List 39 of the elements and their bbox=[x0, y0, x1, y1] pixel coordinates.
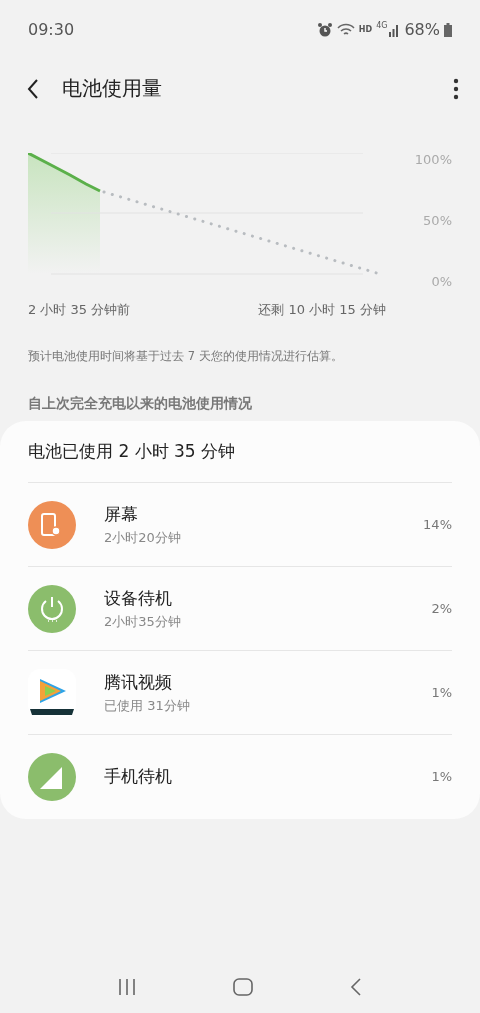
home-icon[interactable] bbox=[233, 978, 253, 996]
status-time: 09:30 bbox=[28, 19, 75, 41]
recent-apps-icon[interactable] bbox=[118, 979, 137, 995]
usage-row[interactable]: 设备待机 2小时35分钟 2% bbox=[28, 567, 452, 651]
signal-icon bbox=[28, 753, 76, 801]
more-options-button[interactable] bbox=[452, 76, 460, 100]
usage-duration: 2小时20分钟 bbox=[104, 528, 181, 547]
usage-percent: 14% bbox=[423, 515, 452, 534]
power-icon bbox=[28, 584, 76, 633]
usage-summary: 电池已使用 2 小时 35 分钟 bbox=[28, 421, 452, 483]
wifi-icon bbox=[336, 23, 355, 37]
page-title: 电池使用量 bbox=[62, 75, 162, 102]
alarm-icon bbox=[316, 22, 333, 38]
usage-name: 屏幕 bbox=[104, 503, 139, 526]
signal-icon bbox=[388, 23, 401, 37]
axis-label: 50% bbox=[423, 212, 452, 230]
usage-name: 腾讯视频 bbox=[104, 671, 173, 694]
usage-row[interactable]: 腾讯视频 已使用 31分钟 1% bbox=[28, 651, 452, 735]
axis-label: 0% bbox=[431, 273, 452, 291]
phone-brightness-icon bbox=[28, 500, 76, 549]
axis-label: 2 小时 35 分钟前 bbox=[28, 301, 131, 319]
battery-icon bbox=[444, 23, 452, 37]
estimate-note: 预计电池使用时间将基于过去 7 天您的使用情况进行估算。 bbox=[27, 347, 344, 365]
generation-label: 4G bbox=[376, 20, 388, 32]
usage-percent: 1% bbox=[431, 768, 452, 787]
usage-percent: 2% bbox=[431, 599, 452, 618]
axis-label: 100% bbox=[414, 151, 452, 169]
usage-row[interactable]: 手机待机 1% bbox=[28, 735, 452, 819]
usage-duration: 2小时35分钟 bbox=[104, 612, 181, 631]
usage-duration: 已使用 31分钟 bbox=[104, 696, 190, 715]
axis-label: 还剩 10 小时 15 分钟 bbox=[258, 301, 386, 319]
section-title: 自上次完全充电以来的电池使用情况 bbox=[27, 393, 253, 413]
back-icon[interactable] bbox=[349, 978, 362, 996]
network-label: HD bbox=[358, 24, 373, 36]
usage-percent: 1% bbox=[431, 683, 452, 702]
usage-name: 手机待机 bbox=[104, 765, 172, 789]
usage-name: 设备待机 bbox=[104, 587, 173, 610]
usage-row[interactable]: 屏幕 2小时20分钟 14% bbox=[28, 483, 452, 567]
battery-percent: 68% bbox=[404, 19, 440, 41]
